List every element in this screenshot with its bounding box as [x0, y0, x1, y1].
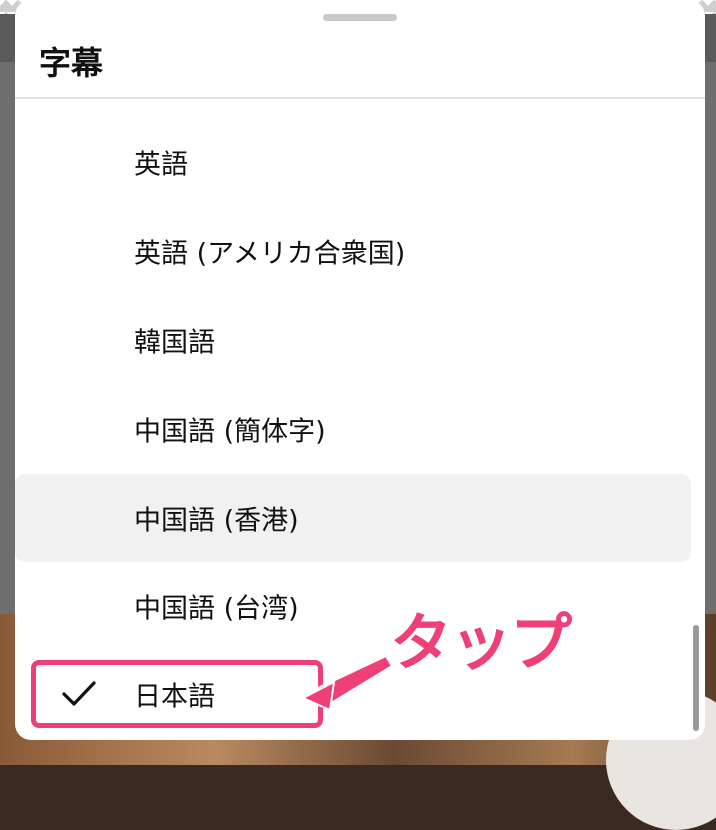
tap-highlight-box	[31, 660, 323, 728]
option-label: 英語	[134, 149, 188, 181]
subtitle-option-english[interactable]: 英語	[15, 118, 691, 206]
option-label: 中国語 (簡体字)	[134, 416, 326, 448]
subtitle-option-english-us[interactable]: 英語 (アメリカ合衆国)	[15, 207, 691, 295]
option-label: 中国語 (香港)	[134, 505, 299, 537]
tap-annotation-label: タップ	[390, 606, 572, 679]
option-label: 韓国語	[134, 327, 215, 359]
scrollbar[interactable]	[693, 625, 699, 731]
subtitle-bottom-sheet: 字幕 英語 英語 (アメリカ合衆国) 韓国語 中国語 (簡体字) 中国語 (香港…	[15, 0, 705, 740]
divider	[15, 97, 705, 99]
drag-handle[interactable]	[323, 14, 397, 21]
sheet-title: 字幕	[39, 44, 104, 82]
option-label: 中国語 (台湾)	[134, 593, 299, 625]
subtitle-option-chinese-hongkong[interactable]: 中国語 (香港)	[15, 474, 691, 562]
subtitle-option-chinese-taiwan[interactable]: 中国語 (台湾)	[15, 562, 691, 650]
subtitle-option-chinese-simplified[interactable]: 中国語 (簡体字)	[15, 385, 691, 473]
subtitle-option-korean[interactable]: 韓国語	[15, 296, 691, 384]
option-label: 英語 (アメリカ合衆国)	[134, 238, 406, 270]
